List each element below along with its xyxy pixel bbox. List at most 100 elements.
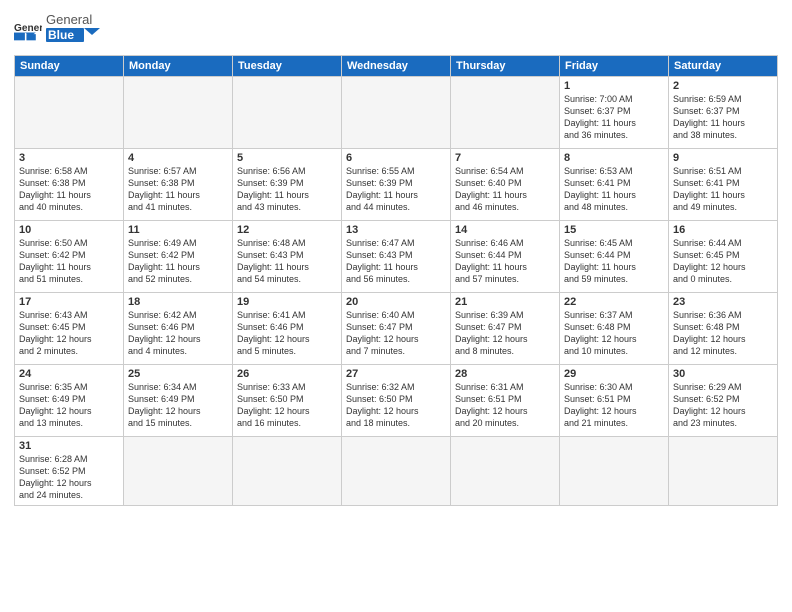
day-number: 26 (237, 368, 337, 380)
calendar-cell (124, 437, 233, 506)
day-number: 12 (237, 224, 337, 236)
calendar-cell: 21Sunrise: 6:39 AM Sunset: 6:47 PM Dayli… (451, 293, 560, 365)
day-info: Sunrise: 6:50 AM Sunset: 6:42 PM Dayligh… (19, 237, 119, 286)
calendar-cell (342, 437, 451, 506)
calendar-cell: 24Sunrise: 6:35 AM Sunset: 6:49 PM Dayli… (15, 365, 124, 437)
day-info: Sunrise: 6:40 AM Sunset: 6:47 PM Dayligh… (346, 309, 446, 358)
calendar-cell (451, 437, 560, 506)
day-info: Sunrise: 6:51 AM Sunset: 6:41 PM Dayligh… (673, 165, 773, 214)
calendar-cell: 17Sunrise: 6:43 AM Sunset: 6:45 PM Dayli… (15, 293, 124, 365)
day-number: 6 (346, 152, 446, 164)
day-info: Sunrise: 6:34 AM Sunset: 6:49 PM Dayligh… (128, 381, 228, 430)
day-info: Sunrise: 6:30 AM Sunset: 6:51 PM Dayligh… (564, 381, 664, 430)
header-row: SundayMondayTuesdayWednesdayThursdayFrid… (15, 56, 778, 77)
day-number: 15 (564, 224, 664, 236)
day-number: 18 (128, 296, 228, 308)
day-number: 5 (237, 152, 337, 164)
calendar-cell: 18Sunrise: 6:42 AM Sunset: 6:46 PM Dayli… (124, 293, 233, 365)
day-info: Sunrise: 6:37 AM Sunset: 6:48 PM Dayligh… (564, 309, 664, 358)
general-blue-logo: General Blue (46, 10, 136, 46)
day-number: 29 (564, 368, 664, 380)
day-info: Sunrise: 6:43 AM Sunset: 6:45 PM Dayligh… (19, 309, 119, 358)
calendar-week-4: 17Sunrise: 6:43 AM Sunset: 6:45 PM Dayli… (15, 293, 778, 365)
day-number: 30 (673, 368, 773, 380)
day-number: 17 (19, 296, 119, 308)
day-number: 20 (346, 296, 446, 308)
day-number: 10 (19, 224, 119, 236)
day-number: 23 (673, 296, 773, 308)
day-number: 3 (19, 152, 119, 164)
day-info: Sunrise: 6:33 AM Sunset: 6:50 PM Dayligh… (237, 381, 337, 430)
svg-text:Blue: Blue (48, 28, 74, 42)
day-number: 14 (455, 224, 555, 236)
day-number: 27 (346, 368, 446, 380)
svg-text:General: General (14, 23, 42, 34)
day-info: Sunrise: 6:55 AM Sunset: 6:39 PM Dayligh… (346, 165, 446, 214)
day-info: Sunrise: 6:46 AM Sunset: 6:44 PM Dayligh… (455, 237, 555, 286)
day-number: 22 (564, 296, 664, 308)
day-info: Sunrise: 6:54 AM Sunset: 6:40 PM Dayligh… (455, 165, 555, 214)
calendar-cell: 9Sunrise: 6:51 AM Sunset: 6:41 PM Daylig… (669, 149, 778, 221)
col-header-sunday: Sunday (15, 56, 124, 77)
col-header-friday: Friday (560, 56, 669, 77)
calendar-cell: 19Sunrise: 6:41 AM Sunset: 6:46 PM Dayli… (233, 293, 342, 365)
calendar-cell: 2Sunrise: 6:59 AM Sunset: 6:37 PM Daylig… (669, 77, 778, 149)
calendar-cell: 20Sunrise: 6:40 AM Sunset: 6:47 PM Dayli… (342, 293, 451, 365)
col-header-thursday: Thursday (451, 56, 560, 77)
calendar-cell (342, 77, 451, 149)
calendar-cell (124, 77, 233, 149)
calendar-cell: 25Sunrise: 6:34 AM Sunset: 6:49 PM Dayli… (124, 365, 233, 437)
day-number: 25 (128, 368, 228, 380)
logo-icon: General (14, 20, 42, 42)
calendar-cell: 31Sunrise: 6:28 AM Sunset: 6:52 PM Dayli… (15, 437, 124, 506)
day-info: Sunrise: 6:44 AM Sunset: 6:45 PM Dayligh… (673, 237, 773, 286)
day-info: Sunrise: 6:45 AM Sunset: 6:44 PM Dayligh… (564, 237, 664, 286)
day-number: 1 (564, 80, 664, 92)
day-info: Sunrise: 7:00 AM Sunset: 6:37 PM Dayligh… (564, 93, 664, 142)
calendar-cell (233, 77, 342, 149)
day-number: 4 (128, 152, 228, 164)
day-info: Sunrise: 6:39 AM Sunset: 6:47 PM Dayligh… (455, 309, 555, 358)
calendar-cell: 10Sunrise: 6:50 AM Sunset: 6:42 PM Dayli… (15, 221, 124, 293)
calendar-cell: 1Sunrise: 7:00 AM Sunset: 6:37 PM Daylig… (560, 77, 669, 149)
calendar-week-1: 1Sunrise: 7:00 AM Sunset: 6:37 PM Daylig… (15, 77, 778, 149)
day-number: 16 (673, 224, 773, 236)
header: General General Blue (14, 10, 778, 51)
calendar-cell (560, 437, 669, 506)
calendar-cell: 11Sunrise: 6:49 AM Sunset: 6:42 PM Dayli… (124, 221, 233, 293)
day-info: Sunrise: 6:29 AM Sunset: 6:52 PM Dayligh… (673, 381, 773, 430)
day-info: Sunrise: 6:53 AM Sunset: 6:41 PM Dayligh… (564, 165, 664, 214)
page-container: General General Blue SundayMondayTuesd (0, 0, 792, 514)
calendar-cell: 30Sunrise: 6:29 AM Sunset: 6:52 PM Dayli… (669, 365, 778, 437)
day-number: 7 (455, 152, 555, 164)
day-info: Sunrise: 6:48 AM Sunset: 6:43 PM Dayligh… (237, 237, 337, 286)
day-number: 8 (564, 152, 664, 164)
calendar-week-5: 24Sunrise: 6:35 AM Sunset: 6:49 PM Dayli… (15, 365, 778, 437)
svg-text:General: General (46, 12, 92, 27)
calendar-cell: 26Sunrise: 6:33 AM Sunset: 6:50 PM Dayli… (233, 365, 342, 437)
day-info: Sunrise: 6:41 AM Sunset: 6:46 PM Dayligh… (237, 309, 337, 358)
calendar-cell: 28Sunrise: 6:31 AM Sunset: 6:51 PM Dayli… (451, 365, 560, 437)
calendar-cell: 23Sunrise: 6:36 AM Sunset: 6:48 PM Dayli… (669, 293, 778, 365)
day-number: 31 (19, 440, 119, 452)
calendar-cell (233, 437, 342, 506)
day-info: Sunrise: 6:36 AM Sunset: 6:48 PM Dayligh… (673, 309, 773, 358)
calendar-cell: 5Sunrise: 6:56 AM Sunset: 6:39 PM Daylig… (233, 149, 342, 221)
day-info: Sunrise: 6:42 AM Sunset: 6:46 PM Dayligh… (128, 309, 228, 358)
day-info: Sunrise: 6:47 AM Sunset: 6:43 PM Dayligh… (346, 237, 446, 286)
calendar-cell: 29Sunrise: 6:30 AM Sunset: 6:51 PM Dayli… (560, 365, 669, 437)
day-number: 2 (673, 80, 773, 92)
calendar-cell: 22Sunrise: 6:37 AM Sunset: 6:48 PM Dayli… (560, 293, 669, 365)
day-info: Sunrise: 6:32 AM Sunset: 6:50 PM Dayligh… (346, 381, 446, 430)
calendar-cell: 15Sunrise: 6:45 AM Sunset: 6:44 PM Dayli… (560, 221, 669, 293)
day-number: 11 (128, 224, 228, 236)
day-info: Sunrise: 6:31 AM Sunset: 6:51 PM Dayligh… (455, 381, 555, 430)
calendar-cell (669, 437, 778, 506)
day-number: 24 (19, 368, 119, 380)
calendar-cell: 4Sunrise: 6:57 AM Sunset: 6:38 PM Daylig… (124, 149, 233, 221)
day-info: Sunrise: 6:59 AM Sunset: 6:37 PM Dayligh… (673, 93, 773, 142)
calendar-cell: 16Sunrise: 6:44 AM Sunset: 6:45 PM Dayli… (669, 221, 778, 293)
calendar-cell: 8Sunrise: 6:53 AM Sunset: 6:41 PM Daylig… (560, 149, 669, 221)
day-info: Sunrise: 6:57 AM Sunset: 6:38 PM Dayligh… (128, 165, 228, 214)
calendar-week-2: 3Sunrise: 6:58 AM Sunset: 6:38 PM Daylig… (15, 149, 778, 221)
